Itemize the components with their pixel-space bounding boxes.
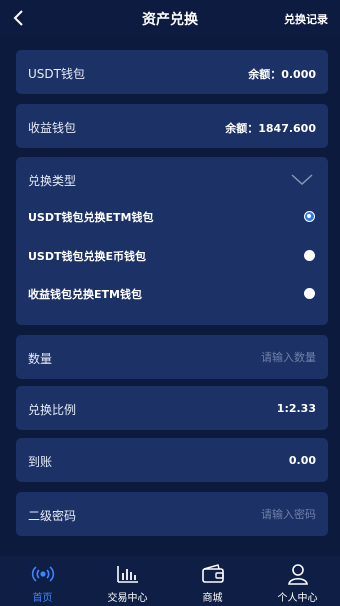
usdt-wallet-label: USDT钱包 — [28, 67, 85, 81]
option-label: USDT钱包兑换E币钱包 — [28, 250, 147, 263]
quantity-label: 数量 — [28, 352, 53, 366]
home-icon — [30, 562, 56, 586]
usdt-wallet-balance: 余额：0.000 — [248, 66, 316, 82]
balance-label: 余额： — [225, 122, 259, 135]
person-icon — [285, 562, 311, 586]
quantity-row: 数量 — [16, 335, 328, 379]
balance-value: 1847.600 — [258, 122, 316, 135]
radio-checked[interactable] — [304, 211, 315, 222]
exchange-ratio-row: 兑换比例 1:2.33 — [16, 386, 328, 430]
tab-label: 首页 — [32, 593, 53, 604]
secondary-password-row: 二级密码 — [16, 492, 328, 536]
arrival-row: 到账 0.00 — [16, 438, 328, 482]
tab-label: 交易中心 — [107, 593, 148, 604]
secondary-password-input[interactable] — [156, 504, 316, 524]
option-label: USDT钱包兑换ETM钱包 — [28, 211, 154, 224]
tab-trading-center[interactable]: 交易中心 — [85, 556, 170, 606]
exchange-option-usdt-to-etm[interactable]: USDT钱包兑换ETM钱包 — [16, 202, 328, 232]
earnings-wallet-label: 收益钱包 — [28, 121, 77, 135]
secondary-password-label: 二级密码 — [28, 509, 77, 523]
exchange-ratio-label: 兑换比例 — [28, 403, 77, 417]
tab-mall[interactable]: 商城 — [170, 556, 255, 606]
arrival-value: 0.00 — [288, 454, 316, 467]
bottom-tab-bar: 首页 交易中心 商城 个人中心 — [0, 556, 340, 606]
balance-value: 0.000 — [281, 68, 316, 81]
option-label: 收益钱包兑换ETM钱包 — [28, 288, 142, 301]
exchange-type-card: 兑换类型 USDT钱包兑换ETM钱包 USDT钱包兑换E币钱包 收益钱包兑换ET… — [16, 157, 328, 325]
exchange-type-label: 兑换类型 — [28, 174, 77, 188]
exchange-option-usdt-to-ecoin[interactable]: USDT钱包兑换E币钱包 — [16, 241, 328, 271]
usdt-wallet-card: USDT钱包 余额：0.000 — [16, 50, 328, 94]
exchange-ratio-value: 1:2.33 — [276, 402, 316, 415]
radio-unchecked[interactable] — [304, 288, 315, 299]
wallet-icon — [200, 562, 226, 586]
radio-unchecked[interactable] — [304, 250, 315, 261]
earnings-wallet-balance: 余额：1847.600 — [225, 120, 316, 136]
tab-label: 个人中心 — [277, 593, 318, 604]
tab-personal-center[interactable]: 个人中心 — [255, 556, 340, 606]
tab-home[interactable]: 首页 — [0, 556, 85, 606]
top-nav-bar: 资产兑换 兑换记录 — [0, 0, 340, 36]
quantity-input[interactable] — [156, 347, 316, 367]
balance-label: 余额： — [248, 68, 282, 81]
exchange-option-earnings-to-etm[interactable]: 收益钱包兑换ETM钱包 — [16, 279, 328, 309]
chart-icon — [115, 562, 141, 586]
exchange-type-dropdown[interactable]: 兑换类型 — [16, 157, 328, 197]
arrival-label: 到账 — [28, 455, 53, 469]
tab-label: 商城 — [202, 593, 223, 604]
exchange-records-link[interactable]: 兑换记录 — [284, 11, 328, 27]
chevron-down-icon — [291, 174, 313, 185]
earnings-wallet-card: 收益钱包 余额：1847.600 — [16, 104, 328, 148]
